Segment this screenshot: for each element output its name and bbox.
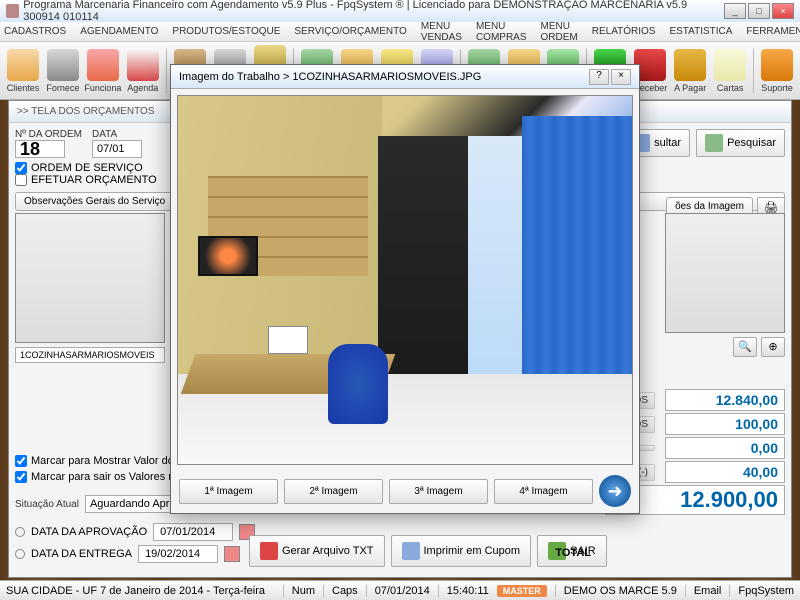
image-4-button[interactable]: 4ª Imagem xyxy=(494,479,593,504)
funciona-icon xyxy=(87,49,119,81)
status-caps: Caps xyxy=(323,585,358,597)
status-master: MASTER xyxy=(497,585,547,597)
thumbnail-right[interactable] xyxy=(665,213,785,333)
image-2-button[interactable]: 2ª Imagem xyxy=(284,479,383,504)
status-fpq[interactable]: FpqSystem xyxy=(729,585,794,597)
tool-cartas[interactable]: Cartas xyxy=(711,45,749,97)
menubar: CADASTROS AGENDAMENTO PRODUTOS/ESTOQUE S… xyxy=(0,22,800,42)
minimize-button[interactable]: _ xyxy=(724,3,746,19)
agenda-icon xyxy=(127,49,159,81)
radio-aprovacao[interactable] xyxy=(15,527,25,537)
menu-cadastros[interactable]: CADASTROS xyxy=(4,26,66,37)
binoculars-icon xyxy=(705,134,723,152)
zoom-reset-button[interactable]: ⊕ xyxy=(761,337,785,357)
radio-entrega[interactable] xyxy=(15,549,25,559)
ordem-value[interactable]: 18 xyxy=(15,140,65,158)
menu-agendamento[interactable]: AGENDAMENTO xyxy=(80,26,158,37)
titlebar-text: Programa Marcenaria Financeiro com Agend… xyxy=(23,0,724,23)
suporte-icon xyxy=(761,49,793,81)
modal-close-button[interactable]: × xyxy=(611,69,631,85)
data-aprovacao[interactable]: 07/01/2014 xyxy=(153,523,233,541)
status-date: 07/01/2014 xyxy=(366,585,430,597)
data-label: DATA xyxy=(92,129,142,140)
fornece-icon xyxy=(47,49,79,81)
status-time: 15:40:11 xyxy=(438,585,489,597)
status-demo: DEMO OS MARCE 5.9 xyxy=(555,585,677,597)
data-value[interactable]: 07/01 xyxy=(92,140,142,158)
tool-suporte[interactable]: Suporte xyxy=(758,45,796,97)
image-3-button[interactable]: 3ª Imagem xyxy=(389,479,488,504)
clientes-icon xyxy=(7,49,39,81)
tool-funciona[interactable]: Funciona xyxy=(84,45,122,97)
app-icon xyxy=(6,4,19,18)
chk-sair[interactable] xyxy=(15,471,27,483)
statusbar: SUA CIDADE - UF 7 de Janeiro de 2014 - T… xyxy=(0,580,800,600)
modal-titlebar: Imagem do Trabalho > 1COZINHASARMARIOSMO… xyxy=(171,65,639,89)
menu-ferramentas[interactable]: FERRAMENTAS xyxy=(746,26,800,37)
image-modal: Imagem do Trabalho > 1COZINHASARMARIOSMO… xyxy=(170,64,640,514)
tool-fornece[interactable]: Fornece xyxy=(44,45,82,97)
menu-vendas[interactable]: MENU VENDAS xyxy=(421,21,462,43)
thumbnail-left[interactable] xyxy=(15,213,165,343)
maximize-button[interactable]: □ xyxy=(748,3,770,19)
chk-valor[interactable] xyxy=(15,455,27,467)
total-label: TOTAL xyxy=(555,547,591,559)
menu-relatorios[interactable]: RELATÓRIOS xyxy=(592,26,656,37)
a pagar-icon xyxy=(674,49,706,81)
status-email[interactable]: Email xyxy=(685,585,722,597)
total-servicos: 100,00 xyxy=(665,413,785,435)
total-produtos: 12.840,00 xyxy=(665,389,785,411)
cartas-icon xyxy=(714,49,746,81)
txt-icon xyxy=(260,542,278,560)
next-image-button[interactable]: ➜ xyxy=(599,475,631,507)
total-desconto: 40,00 xyxy=(665,461,785,483)
image-1-button[interactable]: 1ª Imagem xyxy=(179,479,278,504)
pesquisar-button[interactable]: Pesquisar xyxy=(696,129,785,157)
work-image xyxy=(177,95,633,465)
tool-agenda[interactable]: Agenda xyxy=(124,45,162,97)
imprimir-cupom-button[interactable]: Imprimir em Cupom xyxy=(391,535,532,567)
close-button[interactable]: × xyxy=(772,3,794,19)
status-location: SUA CIDADE - UF 7 de Janeiro de 2014 - T… xyxy=(6,585,265,597)
situacao-label: Situação Atual xyxy=(15,499,79,510)
chk-os[interactable] xyxy=(15,162,27,174)
menu-produtos[interactable]: PRODUTOS/ESTOQUE xyxy=(172,26,280,37)
gerar-txt-button[interactable]: Gerar Arquivo TXT xyxy=(249,535,385,567)
tool-clientes[interactable]: Clientes xyxy=(4,45,42,97)
total-extra: 0,00 xyxy=(665,437,785,459)
menu-compras[interactable]: MENU COMPRAS xyxy=(476,21,527,43)
tool-a pagar[interactable]: A Pagar xyxy=(671,45,709,97)
chk-orc[interactable] xyxy=(15,174,27,186)
thumbnail-filename: 1COZINHASARMARIOSMOVEIS xyxy=(15,347,165,363)
modal-title-text: Imagem do Trabalho > 1COZINHASARMARIOSMO… xyxy=(179,71,481,83)
titlebar: Programa Marcenaria Financeiro com Agend… xyxy=(0,0,800,22)
calendar-icon[interactable] xyxy=(224,546,240,562)
modal-help-button[interactable]: ? xyxy=(589,69,609,85)
menu-servico[interactable]: SERVIÇO/ORÇAMENTO xyxy=(294,26,406,37)
menu-estatistica[interactable]: ESTATISTICA xyxy=(669,26,732,37)
data-entrega[interactable]: 19/02/2014 xyxy=(138,545,218,563)
menu-ordem[interactable]: MENU ORDEM xyxy=(541,21,578,43)
zoom-in-button[interactable]: 🔍 xyxy=(733,337,757,357)
printer-icon xyxy=(402,542,420,560)
status-num: Num xyxy=(283,585,315,597)
